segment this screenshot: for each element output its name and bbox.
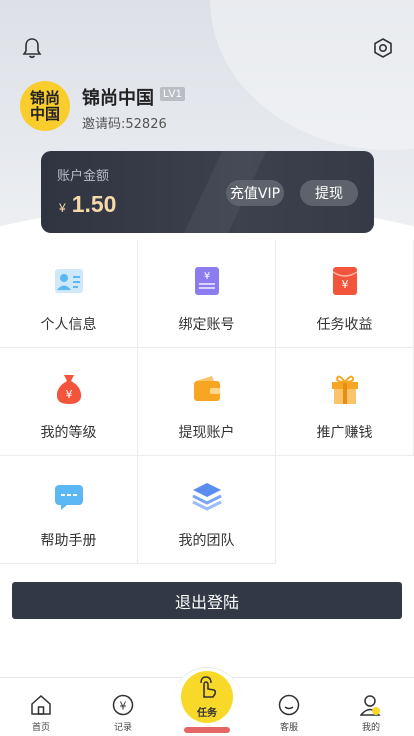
wallet-icon	[190, 372, 224, 406]
menu-item-label: 提现账户	[178, 425, 235, 441]
menu-item-promote-earn[interactable]: 推广赚钱	[276, 348, 414, 456]
avatar-text-line2: 中国	[29, 105, 60, 123]
header-decoration	[210, 0, 414, 150]
menu-item-my-team[interactable]: 我的团队	[138, 456, 276, 564]
bell-icon[interactable]	[19, 35, 45, 61]
currency-symbol: ¥	[59, 201, 66, 215]
logout-button[interactable]: 退出登陆	[12, 582, 402, 619]
tab-label: 客服	[279, 723, 298, 733]
menu-item-personal-info[interactable]: 个人信息	[0, 240, 138, 348]
tab-label: 我的	[361, 723, 380, 733]
svg-text:¥: ¥	[65, 388, 72, 401]
bank-card-icon: ¥	[190, 264, 224, 298]
menu-item-task-earnings[interactable]: ¥ 任务收益	[276, 240, 414, 348]
hand-tap-icon	[196, 675, 218, 704]
menu-item-label: 绑定账号	[178, 317, 235, 333]
yuan-circle-icon: ¥	[111, 693, 135, 717]
svg-text:¥: ¥	[341, 278, 348, 291]
tab-label: 首页	[31, 723, 50, 733]
invite-code: 邀请码:52826	[82, 117, 167, 132]
user-icon	[359, 693, 383, 717]
menu-item-withdraw-account[interactable]: 提现账户	[138, 348, 276, 456]
balance-value: 1.50	[71, 191, 117, 217]
menu-item-label: 帮助手册	[40, 533, 97, 549]
tab-mine[interactable]: 我的	[330, 678, 412, 736]
svg-text:¥: ¥	[120, 700, 127, 713]
menu-item-label: 任务收益	[316, 317, 373, 333]
recharge-vip-button[interactable]: 充值VIP	[226, 180, 284, 206]
chat-icon	[52, 480, 86, 514]
tab-home[interactable]: 首页	[0, 678, 82, 736]
level-badge: LV1	[160, 87, 185, 101]
menu-item-label: 我的团队	[178, 533, 235, 549]
tab-label: 任务	[197, 708, 217, 719]
gift-icon	[328, 372, 362, 406]
balance-amount: ¥1.50	[59, 191, 116, 218]
menu-item-bind-account[interactable]: ¥ 绑定账号	[138, 240, 276, 348]
balance-card: 账户金额 ¥1.50 充值VIP 提现	[41, 151, 374, 233]
menu-item-label: 个人信息	[40, 317, 97, 333]
menu-item-label: 推广赚钱	[316, 425, 373, 441]
id-card-icon	[52, 264, 86, 298]
settings-icon[interactable]	[370, 35, 396, 61]
menu-item-help-manual[interactable]: 帮助手册	[0, 456, 138, 564]
withdraw-button[interactable]: 提现	[300, 180, 358, 206]
menu-item-label: 我的等级	[40, 425, 97, 441]
menu-item-my-level[interactable]: ¥ 我的等级	[0, 348, 138, 456]
layers-icon	[190, 480, 224, 514]
avatar[interactable]: 锦尚 中国	[20, 81, 70, 131]
tab-service[interactable]: 客服	[248, 678, 330, 736]
tab-tasks[interactable]: 任务	[181, 671, 233, 723]
money-bag-icon: ¥	[52, 372, 86, 406]
tab-label: 记录	[113, 723, 132, 733]
tab-center-accent	[184, 727, 230, 733]
balance-label: 账户金额	[57, 169, 110, 184]
tab-records[interactable]: ¥ 记录	[82, 678, 164, 736]
user-name: 锦尚中国	[82, 88, 154, 109]
home-icon	[29, 693, 53, 717]
svg-text:¥: ¥	[203, 271, 209, 282]
customer-service-icon	[277, 693, 301, 717]
red-envelope-icon: ¥	[328, 264, 362, 298]
avatar-text-line1: 锦尚	[29, 89, 60, 107]
